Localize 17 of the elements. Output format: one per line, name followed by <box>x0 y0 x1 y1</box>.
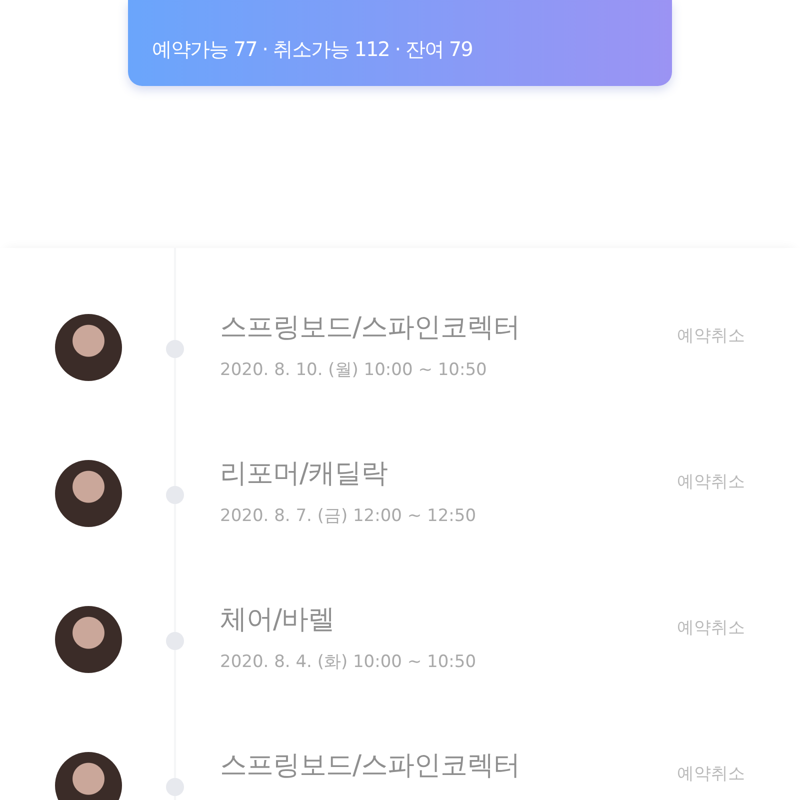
class-title: 스프링보드/스파인코렉터 <box>220 312 522 344</box>
timeline-dot <box>166 778 184 796</box>
class-title: 리포머/캐딜락 <box>220 458 389 490</box>
timeline-dot <box>166 486 184 504</box>
class-datetime: 2020. 8. 4. (화) 10:00 ~ 10:50 <box>220 651 478 674</box>
cancel-reservation-link[interactable]: 예약취소 <box>677 470 745 496</box>
timeline-dot <box>166 632 184 650</box>
class-datetime: 2020. 8. 10. (월) 10:00 ~ 10:50 <box>220 359 488 382</box>
cancel-reservation-link[interactable]: 예약취소 <box>677 616 745 642</box>
class-title: 체어/바렐 <box>220 604 336 636</box>
timeline-dot <box>166 340 184 358</box>
class-title: 스프링보드/스파인코렉터 <box>220 750 522 782</box>
cancel-reservation-link[interactable]: 예약취소 <box>677 324 745 350</box>
avatar-photo-placeholder <box>55 752 122 800</box>
availability-counts: 예약가능 77 · 취소가능 112 · 잔여 79 <box>152 39 472 59</box>
cancel-reservation-link[interactable]: 예약취소 <box>677 762 745 788</box>
class-datetime: 2020. 8. 7. (금) 12:00 ~ 12:50 <box>220 505 478 528</box>
